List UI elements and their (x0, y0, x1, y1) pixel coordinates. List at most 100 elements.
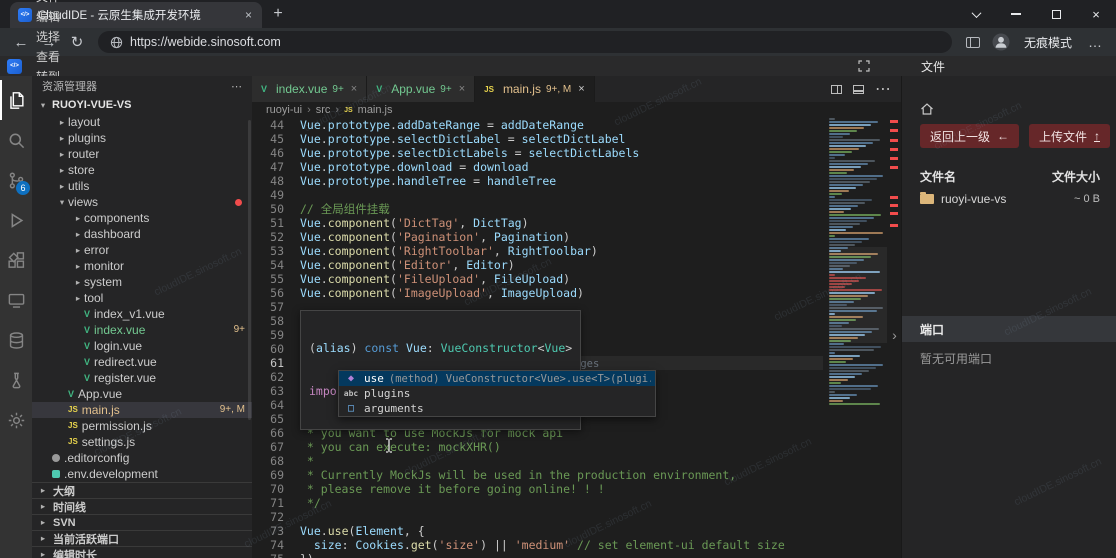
tree-item-utils[interactable]: ▸utils (32, 178, 252, 194)
go-up-button[interactable]: 返回上一级 ← (920, 124, 1019, 148)
tab-index-vue[interactable]: V index.vue 9+ × (252, 76, 367, 102)
token: 'FileUpload' (397, 272, 480, 286)
fullscreen-icon[interactable] (858, 60, 870, 72)
split-screen-icon[interactable] (960, 30, 986, 54)
sidebar-section-0[interactable]: ▸大纲 (32, 482, 252, 498)
tree-item-login.vue[interactable]: Vlogin.vue (32, 338, 252, 354)
tree-item-store[interactable]: ▸store (32, 162, 252, 178)
tree-item-views[interactable]: ▾views (32, 194, 252, 210)
test-beaker-icon[interactable] (0, 360, 32, 400)
token: selectDictLabel (397, 132, 501, 146)
token: download (473, 160, 528, 174)
tree-item-settings.js[interactable]: JSsettings.js (32, 434, 252, 450)
tree-item-permission.js[interactable]: JSpermission.js (32, 418, 252, 434)
database-icon[interactable] (0, 320, 32, 360)
suggest-item-use[interactable]: ◆ use (method) VueConstructor<Vue>.use<T… (339, 371, 655, 386)
tree-item-tool[interactable]: ▸tool (32, 290, 252, 306)
remote-explorer-icon[interactable] (0, 280, 32, 320)
token: * Currently MockJs will be used in the p… (300, 468, 736, 482)
sidebar-section-2[interactable]: ▸SVN (32, 514, 252, 530)
chevron-right-icon: ▸ (56, 178, 68, 194)
more-actions-icon[interactable]: ⋯ (875, 79, 891, 99)
back-arrow-icon: ← (997, 129, 1009, 143)
tree-item-router[interactable]: ▸router (32, 146, 252, 162)
extensions-icon[interactable] (0, 240, 32, 280)
tab-close-icon[interactable]: × (578, 83, 584, 95)
reload-button[interactable]: ↻ (64, 30, 90, 54)
error-mark (890, 224, 898, 227)
layout-icon[interactable] (853, 85, 864, 94)
panel-collapse-chevron-icon[interactable]: › (888, 322, 901, 348)
tab-close-icon[interactable]: × (351, 83, 357, 95)
minimap-line (829, 202, 865, 204)
tree-item-system[interactable]: ▸system (32, 274, 252, 290)
tree-item-label: permission.js (82, 418, 152, 434)
address-bar[interactable]: https://webide.sinosoft.com (98, 31, 952, 53)
tree-item-.env.development[interactable]: .env.development (32, 466, 252, 482)
chevron-right-icon: ▸ (56, 114, 68, 130)
tree-item-main.js[interactable]: JSmain.js9+, M (32, 402, 252, 418)
new-tab-button[interactable]: + (266, 2, 290, 26)
window-minimize-button[interactable] (996, 0, 1036, 28)
tree-item-index_v1.vue[interactable]: Vindex_v1.vue (32, 306, 252, 322)
settings-gear-icon[interactable] (0, 400, 32, 440)
chevron-right-icon: ▸ (37, 501, 49, 512)
run-debug-icon[interactable] (0, 200, 32, 240)
code-editor[interactable]: 4445464748495051525354555657585960616263… (252, 118, 901, 558)
explorer-icon[interactable] (0, 80, 32, 120)
menu-item-查看[interactable]: 查看 (29, 46, 67, 66)
tree-item-layout[interactable]: ▸layout (32, 114, 252, 130)
browser-menu-icon[interactable]: … (1082, 34, 1108, 50)
upload-file-button[interactable]: 上传文件 ↑ (1029, 124, 1110, 148)
minimap-line (829, 163, 868, 165)
error-mark (890, 120, 898, 123)
minimap-slider[interactable] (829, 247, 887, 343)
vue-file-icon: V (84, 354, 90, 370)
source-control-icon[interactable]: 6 (0, 160, 32, 200)
tab-main-js[interactable]: JS main.js 9+, M × (475, 76, 595, 102)
avatar[interactable] (988, 30, 1014, 54)
tree-item-components[interactable]: ▸components (32, 210, 252, 226)
window-close-button[interactable]: × (1076, 0, 1116, 28)
search-icon[interactable] (0, 120, 32, 160)
sidebar-section-1[interactable]: ▸时间线 (32, 498, 252, 514)
tree-item-monitor[interactable]: ▸monitor (32, 258, 252, 274)
sidebar-scrollbar[interactable] (248, 120, 251, 420)
minimap-line (829, 187, 856, 189)
home-icon[interactable] (920, 102, 934, 116)
minimap-line (829, 124, 871, 126)
project-root[interactable]: ▾ RUOYI-VUE-VS (32, 96, 252, 114)
tree-item-plugins[interactable]: ▸plugins (32, 130, 252, 146)
token: = (508, 146, 529, 160)
tab-list-chevron-icon[interactable] (956, 0, 996, 28)
sidebar-section-4[interactable]: ▸编辑时长 (32, 546, 252, 558)
minimap-line (829, 145, 866, 147)
tree-item-.editorconfig[interactable]: .editorconfig (32, 450, 252, 466)
suggest-item-arguments[interactable]: □ arguments (339, 401, 655, 416)
tree-item-error[interactable]: ▸error (32, 242, 252, 258)
tree-item-register.vue[interactable]: Vregister.vue (32, 370, 252, 386)
tree-item-redirect.vue[interactable]: Vredirect.vue (32, 354, 252, 370)
tab-app-vue[interactable]: V App.vue 9+ × (367, 76, 475, 102)
sidebar-section-3[interactable]: ▸当前活跃端口 (32, 530, 252, 546)
tree-item-dashboard[interactable]: ▸dashboard (32, 226, 252, 242)
tab-close-icon[interactable]: × (243, 8, 254, 22)
minimap-line (829, 130, 857, 132)
suggest-item-plugins[interactable]: abc plugins (339, 386, 655, 401)
window-maximize-button[interactable] (1036, 0, 1076, 28)
tab-close-icon[interactable]: × (459, 83, 465, 95)
token: RightToolbar (508, 244, 591, 258)
chevron-down-icon: ▾ (37, 100, 49, 111)
breadcrumb[interactable]: ruoyi-ui › src › JS main.js (252, 102, 901, 118)
minimap-line (829, 193, 842, 195)
minimap-line (829, 346, 881, 348)
menu-item-编辑[interactable]: 编辑 (29, 6, 67, 26)
tree-item-App.vue[interactable]: VApp.vue (32, 386, 252, 402)
tree-item-label: main.js (82, 402, 120, 418)
file-row-ruoyi-vue-vs[interactable]: ruoyi-vue-vs ~ 0 B (920, 192, 1100, 206)
tree-item-index.vue[interactable]: Vindex.vue9+ (32, 322, 252, 338)
split-editor-icon[interactable] (831, 85, 842, 94)
ports-section-header[interactable]: 端口 (902, 316, 1116, 342)
menu-item-选择[interactable]: 选择 (29, 26, 67, 46)
explorer-actions-icon[interactable]: ⋯ (231, 80, 242, 93)
